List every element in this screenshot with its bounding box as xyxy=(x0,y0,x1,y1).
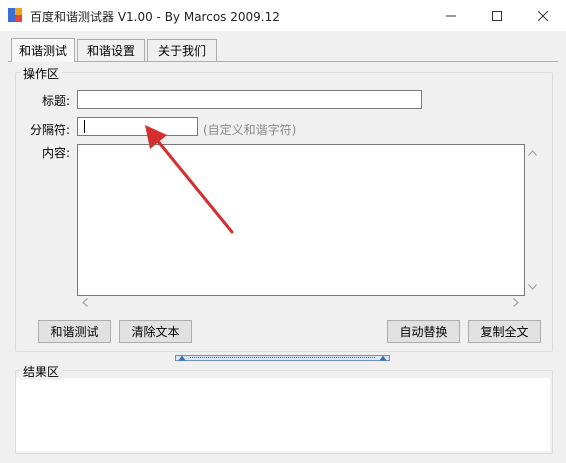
result-output[interactable] xyxy=(16,378,550,451)
tab-label: 和谐设置 xyxy=(86,44,135,58)
tab-label: 和谐测试 xyxy=(18,44,67,58)
tab-harmony-settings[interactable]: 和谐设置 xyxy=(77,39,145,61)
splitter-grip xyxy=(190,357,375,359)
splitter-arrow-left-icon xyxy=(178,355,186,361)
title-input[interactable] xyxy=(77,90,422,109)
splitter-arrow-right-icon xyxy=(379,355,387,361)
content-label: 内容: xyxy=(41,146,70,160)
clear-text-button[interactable]: 清除文本 xyxy=(119,320,192,343)
scroll-left-icon[interactable] xyxy=(82,298,88,310)
harmony-test-button[interactable]: 和谐测试 xyxy=(38,320,111,343)
minimize-icon xyxy=(446,15,456,16)
window-title: 百度和谐测试器 V1.00 - By Marcos 2009.12 xyxy=(30,10,280,24)
app-icon xyxy=(8,8,22,22)
copy-all-button[interactable]: 复制全文 xyxy=(468,320,541,343)
maximize-icon xyxy=(492,10,502,21)
operation-group-label: 操作区 xyxy=(20,65,63,82)
close-icon xyxy=(538,10,548,21)
tab-panel-border xyxy=(8,61,558,62)
scroll-right-icon[interactable] xyxy=(513,298,519,310)
minimize-button[interactable] xyxy=(428,0,474,31)
clear-text-button-label: 清除文本 xyxy=(131,325,180,339)
result-group-label: 结果区 xyxy=(20,363,63,380)
text-cursor xyxy=(84,120,85,133)
harmony-test-button-label: 和谐测试 xyxy=(50,325,99,339)
tab-harmony-test[interactable]: 和谐测试 xyxy=(11,38,75,62)
tab-label: 关于我们 xyxy=(157,44,206,58)
scroll-down-icon[interactable] xyxy=(528,282,537,293)
scroll-up-icon[interactable] xyxy=(528,148,537,159)
title-bar: 百度和谐测试器 V1.00 - By Marcos 2009.12 xyxy=(0,0,566,31)
separator-label: 分隔符: xyxy=(29,123,70,137)
tab-about-us[interactable]: 关于我们 xyxy=(147,39,217,61)
copy-all-button-label: 复制全文 xyxy=(480,325,529,339)
maximize-button[interactable] xyxy=(474,0,520,31)
close-button[interactable] xyxy=(520,0,566,31)
annotation-arrow xyxy=(145,125,234,234)
title-label: 标题: xyxy=(41,94,70,108)
auto-replace-button-label: 自动替换 xyxy=(399,325,448,339)
auto-replace-button[interactable]: 自动替换 xyxy=(387,320,460,343)
